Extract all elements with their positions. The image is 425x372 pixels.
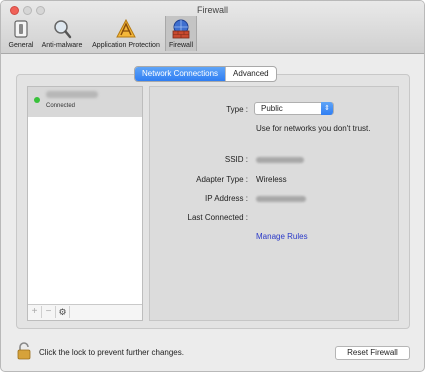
firewall-window: Firewall General Anti-malware Applicatio… (0, 0, 425, 372)
toolbar-anti-malware[interactable]: Anti-malware (37, 16, 87, 51)
network-list[interactable]: Connected + − ⚙ (27, 86, 143, 321)
titlebar: Firewall General Anti-malware Applicatio… (1, 1, 424, 54)
connection-status: Connected (46, 103, 76, 109)
ssid-value-redacted (256, 155, 304, 164)
type-value: Public (261, 104, 283, 113)
type-popup[interactable]: Public ⇕ (254, 102, 334, 115)
toolbar-general[interactable]: General (6, 16, 36, 51)
list-item[interactable]: Connected (28, 87, 142, 117)
chevron-updown-icon: ⇕ (321, 102, 333, 115)
switch-icon (14, 20, 28, 38)
manage-rules-link[interactable]: Manage Rules (256, 232, 308, 241)
network-name-redacted (46, 91, 98, 98)
magnifier-icon (54, 20, 72, 39)
toolbar-firewall[interactable]: Firewall (165, 16, 197, 51)
type-label: Type : (226, 105, 248, 114)
window-title: Firewall (196, 5, 228, 15)
network-detail-panel: Type : Public ⇕ Use for networks you don… (149, 86, 399, 321)
adapter-type-label: Adapter Type : (196, 175, 248, 184)
ip-address-label: IP Address : (205, 194, 248, 203)
ssid-label: SSID : (224, 155, 248, 164)
bottom-bar: Click the lock to prevent further change… (1, 331, 424, 371)
last-connected-label: Last Connected : (187, 213, 248, 222)
lock-instruction: Click the lock to prevent further change… (39, 348, 184, 357)
reset-firewall-button[interactable]: Reset Firewall (335, 346, 410, 360)
tab-advanced[interactable]: Advanced (225, 67, 276, 81)
toolbar-application-protection[interactable]: Application Protection (88, 16, 164, 51)
gear-icon[interactable]: ⚙ (56, 306, 70, 318)
ip-address-value-redacted (256, 194, 306, 203)
tab-control: Network Connections Advanced (134, 66, 277, 82)
add-network-button[interactable]: + (28, 306, 42, 318)
list-footer: + − ⚙ (28, 304, 142, 320)
connected-status-icon (34, 97, 40, 103)
app-icon (116, 18, 136, 38)
remove-network-button[interactable]: − (42, 306, 56, 318)
adapter-type-value: Wireless (256, 175, 287, 184)
lock-icon[interactable] (16, 342, 32, 360)
type-hint: Use for networks you don't trust. (256, 124, 371, 133)
firewall-globe-icon (172, 19, 190, 39)
tab-network-connections[interactable]: Network Connections (135, 67, 226, 81)
